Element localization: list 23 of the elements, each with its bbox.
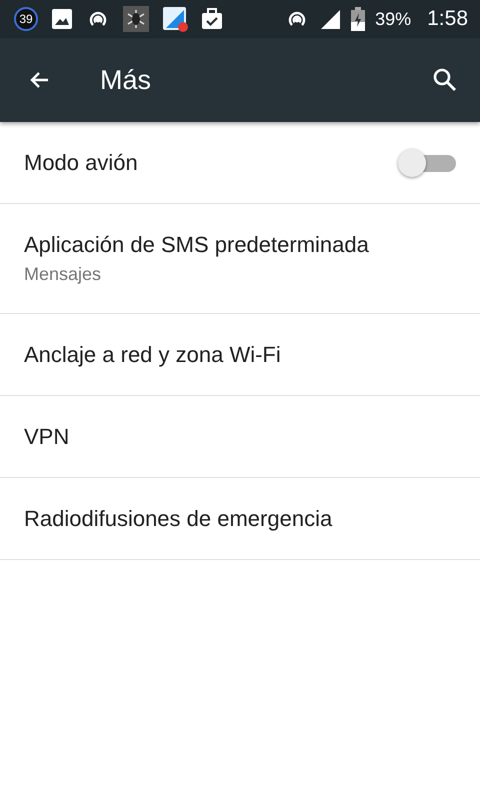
settings-item[interactable]: VPN [0,396,480,478]
image-icon [51,8,73,30]
app-icon [162,6,188,32]
settings-item[interactable]: Aplicación de SMS predeterminada Mensajes [0,204,480,314]
toggle-switch[interactable] [398,146,456,178]
item-title: Modo avión [24,150,138,176]
signal-icon [319,8,342,30]
item-title: Anclaje a red y zona Wi-Fi [24,342,281,368]
settings-item[interactable]: Radiodifusiones de emergencia [0,478,480,560]
settings-item[interactable]: Anclaje a red y zona Wi-Fi [0,314,480,396]
notification-badge: 39 [14,7,38,31]
clock: 1:58 [427,7,468,31]
item-title: VPN [24,424,70,450]
battery-percent: 39% [375,8,412,30]
screen-title: Más [100,64,152,96]
item-title: Radiodifusiones de emergencia [24,506,332,532]
settings-item[interactable]: Modo avión [0,122,480,204]
battery-icon [351,7,366,31]
briefcase-check-icon [201,8,223,30]
item-summary: Mensajes [24,264,102,285]
search-icon [432,67,458,93]
item-title: Aplicación de SMS predeterminada [24,232,369,258]
app-icon [123,6,149,32]
